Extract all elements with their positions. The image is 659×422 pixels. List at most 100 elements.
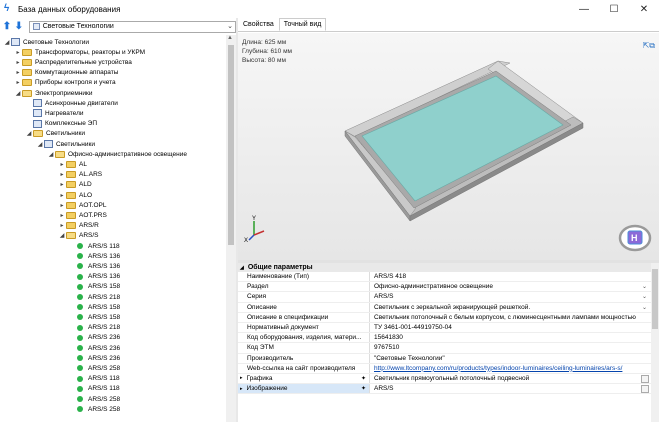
maximize-button[interactable]: ☐	[599, 0, 629, 18]
tree-node[interactable]: ARS/S 158	[69, 282, 120, 292]
property-scrollbar-thumb[interactable]	[652, 269, 658, 329]
folder-open-icon	[55, 150, 65, 158]
expand-icon[interactable]: ▸	[58, 161, 66, 168]
tree-node[interactable]: ◢ Световые Технологии	[3, 37, 89, 47]
tree-node[interactable]: ARS/S 158	[69, 312, 120, 322]
tree-node[interactable]: Асинхронные двигатели	[25, 98, 118, 108]
collapse-icon[interactable]: ◢	[14, 90, 22, 97]
tree-node[interactable]: ARS/S 218	[69, 323, 120, 333]
collapse-icon[interactable]: ◢	[240, 265, 244, 271]
property-row[interactable]: Раздел Офисно-административное освещение ⌄	[238, 282, 651, 293]
tree-node[interactable]: ▸ Приборы контроля и учета	[14, 78, 116, 88]
chevron-down-icon[interactable]: ⌄	[642, 283, 647, 290]
tree-node[interactable]: Комплексные ЭП	[25, 119, 97, 129]
expand-icon[interactable]: ▸	[240, 375, 243, 381]
tree-node[interactable]: ARS/S 258	[69, 394, 120, 404]
property-group-row[interactable]: ▸ Графика ✦ Светильник прямоугольный потоло…	[238, 373, 651, 385]
collapse-icon[interactable]: ◢	[47, 151, 55, 158]
tree-node[interactable]: ▸ ALO	[58, 190, 92, 200]
chevron-down-icon[interactable]: ⌄	[642, 293, 647, 300]
tree-scrollbar-thumb[interactable]	[228, 45, 234, 245]
tree-node-label: ARS/S 136	[88, 273, 121, 281]
collapse-icon[interactable]: ◢	[25, 130, 33, 137]
tree-scrollbar[interactable]: ▲	[226, 35, 236, 422]
minimize-button[interactable]: —	[569, 0, 599, 18]
manufacturer-link[interactable]: http://www.ltcompany.com/ru/products/typ…	[370, 364, 651, 373]
tree-node[interactable]: ARS/S 236	[69, 353, 120, 363]
expand-icon[interactable]: ▸	[58, 222, 66, 229]
tree-node[interactable]: ARS/S 236	[69, 343, 120, 353]
tree-node[interactable]: ARS/S 218	[69, 292, 120, 302]
tree-node[interactable]: ▸ ALD	[58, 180, 92, 190]
arrow-up-icon[interactable]: ⬆	[2, 21, 12, 32]
property-row[interactable]: Производитель "Световые Технологии"	[238, 353, 651, 364]
tree-node[interactable]: ▸ Коммутационные аппараты	[14, 68, 118, 78]
tab-properties[interactable]: Свойства	[238, 18, 279, 31]
tree-node[interactable]: ARS/S 136	[69, 261, 120, 271]
tree-node[interactable]: ▸ Распределительные устройства	[14, 57, 132, 67]
property-value: "Световые Технологии"	[374, 354, 445, 362]
collapse-icon[interactable]: ◢	[3, 39, 11, 46]
property-row[interactable]: Нормативный документ ТУ 3461-001-44919750…	[238, 322, 651, 334]
tree-node[interactable]: ▸ Трансформаторы, реакторы и УКРМ	[14, 47, 145, 57]
property-row[interactable]: Наименование (Тип) ARS/S 418	[238, 272, 651, 283]
tree-node[interactable]: ARS/S 118	[69, 241, 120, 251]
tree-node[interactable]: ARS/S 136	[69, 251, 120, 261]
tree-node[interactable]: ▸ ARS/R	[58, 221, 99, 231]
expand-icon[interactable]: ▸	[58, 171, 66, 178]
tree-node[interactable]: ▸ AL.ARS	[58, 170, 102, 180]
axis-y-label: Y	[252, 216, 256, 222]
pin-icon[interactable]: ✦	[361, 375, 366, 382]
property-row[interactable]: Описание Светильник с зеркальной экраниру…	[238, 302, 651, 313]
chevron-down-icon[interactable]: ⌄	[642, 304, 647, 311]
tree-node[interactable]: ARS/S 236	[69, 333, 120, 343]
tree-node[interactable]: ARS/S 158	[69, 302, 120, 312]
property-row[interactable]: Серия ARS/S ⌄	[238, 292, 651, 303]
tree-node[interactable]: ▸ AOT.OPL	[58, 200, 106, 210]
tree-node[interactable]: ◢ Электроприемники	[14, 88, 93, 98]
tree-node[interactable]: ARS/S 258	[69, 404, 120, 414]
property-scrollbar[interactable]	[651, 263, 659, 422]
expand-icon[interactable]: ▸	[14, 69, 22, 76]
equipment-tree[interactable]: ◢ Световые Технологии ▸ Трансформаторы, реа…	[0, 35, 226, 422]
3d-viewport[interactable]: Длина: 625 мм Глубина: 610 мм Высота: 80…	[238, 33, 659, 260]
property-category[interactable]: ◢ Общие параметры	[238, 263, 651, 272]
close-button[interactable]: ✕	[629, 0, 659, 18]
tree-node[interactable]: Нагреватели	[25, 108, 84, 118]
property-row[interactable]: Код ЭТМ 9767510	[238, 343, 651, 354]
tree-node[interactable]: ARS/S 118	[69, 384, 120, 394]
tree-node[interactable]: ◢ Светильники	[36, 139, 95, 149]
scroll-up-icon[interactable]: ▲	[227, 35, 233, 41]
property-row[interactable]: Описание в спецификации Светильник потоло…	[238, 312, 651, 323]
property-row[interactable]: Код оборудования, изделия, матери... 1564…	[238, 333, 651, 344]
expand-icon[interactable]: ▸	[14, 79, 22, 86]
tree-node[interactable]: ARS/S 258	[69, 363, 120, 373]
expand-icon[interactable]: ▸	[14, 49, 22, 56]
tree-node[interactable]: ▸ AOT.PRS	[58, 210, 107, 220]
tree-node[interactable]: ◢ Офисно-административное освещение	[47, 149, 187, 159]
pin-icon[interactable]: ✦	[361, 385, 366, 392]
ellipsis-button[interactable]	[641, 374, 649, 383]
expand-icon[interactable]: ▸	[240, 386, 243, 392]
expand-icon[interactable]: ▸	[14, 59, 22, 66]
property-grid: ◢ Общие параметры Наименование (Тип) ARS/…	[238, 263, 651, 422]
tree-node[interactable]: ▸ AL	[58, 159, 87, 169]
expand-icon[interactable]: ▸	[58, 181, 66, 188]
property-group-row[interactable]: ▸ Изображение ✦ ARS/S	[238, 384, 651, 395]
tab-exact-view[interactable]: Точный вид	[278, 18, 327, 31]
collapse-icon[interactable]: ◢	[58, 232, 66, 239]
tree-node[interactable]: ARS/S 136	[69, 272, 120, 282]
tree-node[interactable]: ◢ ARS/S	[58, 231, 99, 241]
tree-node[interactable]: ◢ Светильники	[25, 129, 85, 139]
arrow-down-icon[interactable]: ⬇	[14, 21, 24, 32]
expand-icon[interactable]: ▸	[58, 202, 66, 209]
expand-icon[interactable]: ▸	[58, 192, 66, 199]
item-status-dot-icon	[77, 385, 83, 392]
tree-node[interactable]: ARS/S 118	[69, 374, 120, 384]
ellipsis-button[interactable]	[641, 385, 649, 394]
database-select[interactable]: Световые Технологии ⌄	[28, 20, 236, 33]
property-row[interactable]: Web-ссылка на сайт производителя http://w…	[238, 363, 651, 374]
property-name: Описание	[247, 303, 277, 311]
collapse-icon[interactable]: ◢	[36, 141, 44, 148]
expand-icon[interactable]: ▸	[58, 212, 66, 219]
